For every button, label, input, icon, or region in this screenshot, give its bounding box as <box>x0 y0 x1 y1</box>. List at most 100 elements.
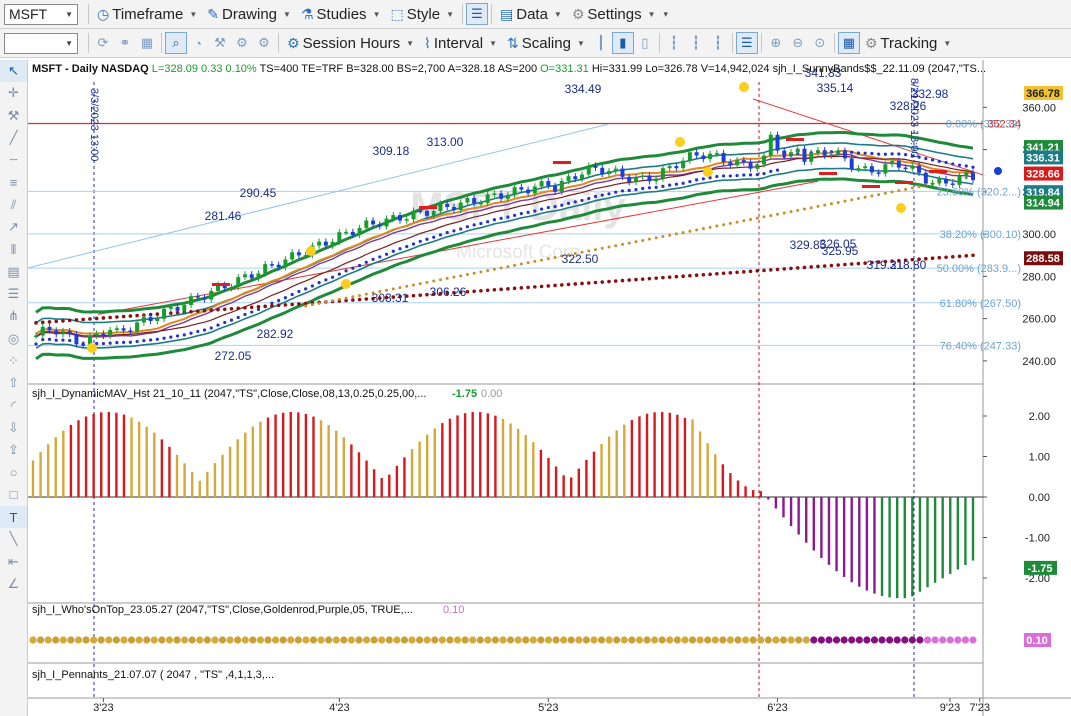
link-icon[interactable]: ⚭ <box>114 32 136 54</box>
dot-dark-red <box>829 263 834 268</box>
session-hours-button[interactable]: ⚙ Session Hours ▼ <box>282 31 419 55</box>
candle-body <box>620 168 625 177</box>
refresh-icon[interactable]: ⟳ <box>92 32 114 54</box>
tool-measure-icon[interactable]: ⇤ <box>0 551 27 573</box>
who-dot <box>400 636 409 644</box>
tool-ray-icon[interactable]: ↗ <box>0 216 27 238</box>
hollow-candle-icon[interactable]: ▯ <box>634 32 656 54</box>
hist-bar <box>304 413 308 497</box>
hist-bar <box>729 473 732 497</box>
tool-bars-icon[interactable]: ☰ <box>0 283 27 305</box>
tool-arrowup-icon[interactable]: ⇧ <box>0 372 27 394</box>
range-icon[interactable]: ┇ <box>707 32 729 54</box>
header-symbol: MSFT - Daily <box>32 63 101 75</box>
who-dot <box>590 636 598 644</box>
who-dot <box>749 636 757 644</box>
tool-target-icon[interactable]: ◎ <box>0 328 27 350</box>
layout-icon[interactable]: ☰ <box>466 3 488 25</box>
dot-dark-red <box>762 268 766 273</box>
dot-blue <box>472 223 476 227</box>
hist-bar <box>160 439 164 497</box>
dot-blue <box>317 281 321 285</box>
hist-bar <box>342 437 346 497</box>
dot-blue <box>580 198 584 203</box>
candlestick-icon[interactable]: ▮ <box>611 32 634 54</box>
tool-crosshair-icon[interactable]: ✛ <box>0 82 27 104</box>
tool-dots-icon[interactable]: ⁘ <box>0 350 27 372</box>
dot-blue <box>775 168 780 172</box>
gear-alt-icon[interactable]: ⚙ <box>253 32 275 54</box>
tool-grid-icon[interactable]: ▤ <box>0 261 27 283</box>
tool-channel-icon[interactable]: ⫽ <box>0 194 27 216</box>
dot-dark-red <box>775 267 780 272</box>
panel-icon[interactable]: ☰ <box>735 32 758 54</box>
who-dot <box>256 636 265 644</box>
x-tick-label: 3'23 <box>93 702 113 714</box>
dot-blue <box>452 229 456 233</box>
settings-button[interactable]: ⚙ Settings ▼ <box>567 2 661 26</box>
who-dot <box>711 636 719 644</box>
studies-button[interactable]: ⚗ Studies ▼ <box>296 2 386 26</box>
who-dot <box>658 636 666 644</box>
dot-dark-red <box>418 293 423 297</box>
gauge-icon[interactable]: ◔ <box>187 32 209 54</box>
tool-trendline-icon[interactable]: ╱ <box>0 127 27 149</box>
ohlc-icon[interactable]: ┇ <box>663 32 685 54</box>
who-dot <box>506 636 515 644</box>
timeframe-button[interactable]: ◷ Timeframe ▼ <box>92 2 202 26</box>
tool-angle-icon[interactable]: ∠ <box>0 573 27 595</box>
tool-line2-icon[interactable]: ╲ <box>0 528 27 550</box>
who-dot <box>597 636 606 644</box>
hist-bar <box>244 432 247 497</box>
chart-area[interactable]: MSFT Daily Microsoft Corp 360.00340.0032… <box>28 60 1071 716</box>
candle-body <box>256 273 261 279</box>
data-button[interactable]: ▤ Data ▼ <box>495 2 567 26</box>
grid-icon[interactable]: ▦ <box>136 32 158 54</box>
drawing-button[interactable]: ✎ Drawing ▼ <box>202 2 296 26</box>
tool-wrench-icon[interactable]: ⚒ <box>0 105 27 127</box>
tool-circle-icon[interactable]: ○ <box>0 461 27 483</box>
tool-curve-icon[interactable]: ◜ <box>0 394 27 416</box>
zoom-icon[interactable]: ⌕ <box>165 32 187 54</box>
hist-bar <box>213 463 217 497</box>
style-button[interactable]: ⬚ Style ▼ <box>385 2 459 26</box>
hist-bar <box>115 412 118 497</box>
fib-level-label: 50.00% (283.9...) <box>937 263 1021 275</box>
tool-square-up-icon[interactable]: ⇪ <box>0 439 27 461</box>
divider <box>833 33 835 53</box>
overflow-button[interactable]: ▾ <box>661 2 672 26</box>
tracking-button[interactable]: ⚙ Tracking ▼ <box>860 31 956 55</box>
candle-body <box>856 168 861 170</box>
who-dot <box>59 636 67 644</box>
dot-blue <box>553 205 557 209</box>
who-dot <box>704 636 712 644</box>
zoom-out-icon[interactable]: ⊖ <box>787 32 809 54</box>
tool-pointer-icon[interactable]: ↖ <box>0 60 27 83</box>
dot-blue <box>742 173 746 177</box>
tool-pitchfork-icon[interactable]: ⋔ <box>0 305 27 327</box>
dot-blue <box>937 159 941 163</box>
volume-icon[interactable]: ┇ <box>685 32 707 54</box>
tool-rect-icon[interactable]: □ <box>0 484 27 506</box>
dot-dark-red <box>485 288 490 293</box>
tool-arrowdown-icon[interactable]: ⇩ <box>0 417 27 439</box>
chevron-down-icon: ▼ <box>283 9 291 19</box>
dot-blue <box>465 225 470 229</box>
gear-icon[interactable]: ⚙ <box>231 32 253 54</box>
scaling-button[interactable]: ⇅ Scaling ▼ <box>502 31 590 55</box>
datagrid-icon[interactable]: ▦ <box>837 32 860 54</box>
dot-blue <box>762 172 766 176</box>
bar-chart-icon[interactable]: ┃ <box>590 32 612 54</box>
tool-fib-icon[interactable]: ≡ <box>0 171 27 193</box>
fit-icon[interactable]: ⊙ <box>809 32 831 54</box>
dot-dark-red <box>795 266 800 270</box>
workspace-combo[interactable]: ▼ <box>4 32 78 54</box>
tool-text-icon[interactable]: T <box>0 505 27 529</box>
zoom-in-icon[interactable]: ⊕ <box>765 32 787 54</box>
wrench-icon[interactable]: ⚒ <box>209 32 231 54</box>
symbol-combo[interactable]: MSFT ▼ <box>4 3 78 25</box>
interval-button[interactable]: ⌇ Interval ▼ <box>419 31 502 55</box>
tool-vlines-icon[interactable]: ⫴ <box>0 238 27 260</box>
tool-hline-icon[interactable]: ┄ <box>0 149 27 171</box>
dot-gold <box>499 266 503 270</box>
